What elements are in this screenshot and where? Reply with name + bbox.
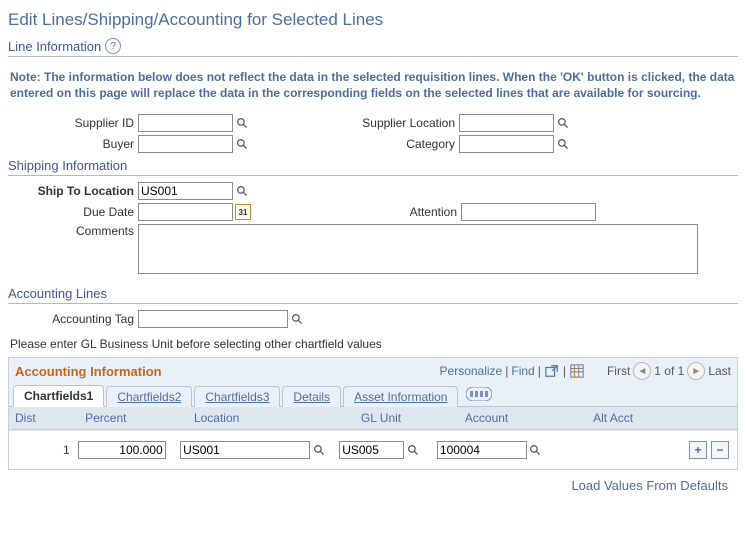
help-icon[interactable]: ? (105, 38, 121, 54)
supplier-location-label: Supplier Location (362, 116, 459, 130)
show-all-tabs-icon[interactable] (460, 385, 498, 406)
tab-chartfields2[interactable]: Chartfields2 (106, 386, 192, 407)
due-date-label: Due Date (8, 205, 138, 219)
lookup-icon[interactable] (312, 443, 326, 457)
lookup-icon[interactable] (235, 116, 249, 130)
prev-icon[interactable]: ◄ (633, 362, 651, 380)
category-label: Category (406, 137, 459, 151)
column-headers: Dist Percent Location GL Unit Account Al… (9, 407, 737, 430)
location-input[interactable] (180, 441, 310, 459)
note-label: Note: (10, 70, 41, 84)
dist-value: 1 (63, 443, 70, 457)
col-account: Account (459, 407, 587, 429)
calendar-icon[interactable]: 31 (235, 204, 251, 220)
supplier-location-input[interactable] (459, 114, 554, 132)
accounting-tag-label: Accounting Tag (8, 312, 138, 326)
col-dist: Dist (9, 407, 79, 429)
accounting-tag-input[interactable] (138, 310, 288, 328)
comments-textarea[interactable] (138, 224, 698, 274)
col-glunit: GL Unit (355, 407, 459, 429)
chartfield-hint: Please enter GL Business Unit before sel… (8, 331, 738, 357)
section-header-shipping: Shipping Information (8, 156, 738, 176)
section-header-accounting: Accounting Lines (8, 284, 738, 304)
table-row: 1 + − (9, 430, 737, 469)
pager-text: 1 of 1 (654, 364, 684, 378)
spreadsheet-icon[interactable] (569, 363, 585, 379)
buyer-label: Buyer (8, 137, 138, 151)
last-label: Last (708, 364, 731, 378)
col-location: Location (188, 407, 355, 429)
note-text: The information below does not reflect t… (10, 70, 734, 100)
add-row-button[interactable]: + (689, 441, 707, 459)
find-link[interactable]: Find (511, 364, 534, 378)
first-label: First (607, 364, 630, 378)
lookup-icon[interactable] (529, 443, 543, 457)
load-defaults-link[interactable]: Load Values From Defaults (571, 478, 728, 493)
zoom-icon[interactable] (544, 363, 560, 379)
section-header-label: Shipping Information (8, 158, 127, 173)
lookup-icon[interactable] (290, 312, 304, 326)
next-icon[interactable]: ► (687, 362, 705, 380)
ship-to-input[interactable] (138, 182, 233, 200)
percent-input[interactable] (78, 441, 166, 459)
ship-to-label: Ship To Location (8, 184, 138, 198)
tab-details[interactable]: Details (282, 386, 341, 407)
lookup-icon[interactable] (556, 116, 570, 130)
section-header-label: Accounting Lines (8, 286, 107, 301)
delete-row-button[interactable]: − (711, 441, 729, 459)
comments-label: Comments (8, 224, 138, 238)
lookup-icon[interactable] (235, 184, 249, 198)
attention-label: Attention (410, 205, 461, 219)
glunit-input[interactable] (339, 441, 404, 459)
account-input[interactable] (437, 441, 527, 459)
supplier-id-input[interactable] (138, 114, 233, 132)
grid-title: Accounting Information (15, 364, 162, 379)
lookup-icon[interactable] (556, 137, 570, 151)
personalize-link[interactable]: Personalize (440, 364, 503, 378)
section-header-label: Line Information (8, 39, 101, 54)
col-percent: Percent (79, 407, 188, 429)
due-date-input[interactable] (138, 203, 233, 221)
supplier-id-label: Supplier ID (8, 116, 138, 130)
lookup-icon[interactable] (235, 137, 249, 151)
category-input[interactable] (459, 135, 554, 153)
note-block: Note: The information below does not ref… (8, 63, 738, 111)
tab-asset-information[interactable]: Asset Information (343, 386, 458, 407)
section-header-line-info: Line Information ? (8, 36, 738, 57)
col-altacct: Alt Acct (587, 407, 725, 429)
page-title: Edit Lines/Shipping/Accounting for Selec… (8, 10, 738, 30)
tab-chartfields1[interactable]: Chartfields1 (13, 385, 104, 407)
tab-chartfields3[interactable]: Chartfields3 (194, 386, 280, 407)
attention-input[interactable] (461, 203, 596, 221)
accounting-grid: Accounting Information Personalize | Fin… (8, 357, 738, 470)
tabstrip: Chartfields1 Chartfields2 Chartfields3 D… (9, 384, 737, 407)
lookup-icon[interactable] (406, 443, 420, 457)
buyer-input[interactable] (138, 135, 233, 153)
